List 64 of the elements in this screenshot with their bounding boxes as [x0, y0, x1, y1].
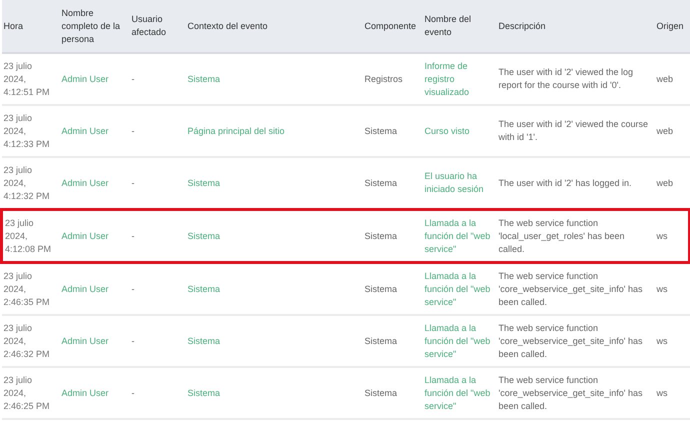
table-cell: Registros [362, 53, 422, 105]
event-link[interactable]: Informe de registro visualizado [424, 60, 494, 98]
column-header: Descripción [496, 0, 654, 53]
table-cell: 23 julio 2024, 4:12:32 PM [2, 157, 60, 210]
column-header: Nombre del evento [422, 0, 496, 53]
table-cell: - [130, 315, 186, 367]
table-cell: The web service function 'core_webservice_get_site_info' has been called. [496, 367, 654, 419]
table-cell: Sistema [362, 157, 422, 210]
user-link[interactable]: Admin User [62, 334, 126, 348]
table-cell: - [130, 53, 186, 105]
table-cell: The web service function 'core_webservice_get_site_info' has been called. [496, 315, 654, 367]
table-cell: 23 julio 2024, 2:46:32 PM [2, 315, 60, 367]
table-cell: The web service function 'local_user_get_roles' has been called. [496, 210, 654, 262]
column-header: Usuario afectado [130, 0, 186, 53]
table-cell: The web service function 'core_webservice_get_site_info' has been called. [496, 262, 654, 315]
column-header: Hora [2, 0, 60, 53]
context-link[interactable]: Página principal del sitio [188, 124, 360, 138]
column-header: Contexto del evento [186, 0, 362, 53]
table-cell: ws [654, 367, 690, 419]
table-cell: 23 julio 2024, 2:46:25 PM [2, 367, 60, 419]
table-cell: - [130, 262, 186, 315]
context-link[interactable]: Sistema [188, 334, 360, 348]
table-cell: - [130, 210, 186, 262]
column-header: Origen [654, 0, 690, 53]
table-cell: 23 julio 2024, 2:46:35 PM [2, 262, 60, 315]
event-link[interactable]: El usuario ha iniciado sesión [424, 170, 494, 196]
column-header: Componente [362, 0, 422, 53]
user-link[interactable]: Admin User [62, 176, 126, 190]
user-link[interactable]: Admin User [62, 386, 126, 400]
context-link[interactable]: Sistema [188, 176, 360, 190]
user-link[interactable]: Admin User [62, 282, 126, 296]
context-link[interactable]: Sistema [188, 282, 360, 296]
table-cell: web [654, 157, 690, 210]
table-cell: Sistema [362, 105, 422, 157]
user-link[interactable]: Admin User [62, 230, 126, 242]
table-cell: - [130, 367, 186, 419]
table-cell: 23 julio 2024, 4:12:08 PM [2, 210, 60, 262]
table-cell: ws [654, 262, 690, 315]
table-cell: 23 julio 2024, 4:12:33 PM [2, 105, 60, 157]
table-cell: The user with id '2' viewed the course with id '1'. [496, 105, 654, 157]
event-link[interactable]: Curso visto [424, 124, 494, 138]
event-link[interactable]: Llamada a la función del "web service" [424, 216, 494, 256]
table-cell: - [130, 157, 186, 210]
table-cell: Sistema [362, 367, 422, 419]
context-link[interactable]: Sistema [188, 72, 360, 86]
context-link[interactable]: Sistema [188, 230, 360, 242]
table-cell: - [130, 105, 186, 157]
context-link[interactable]: Sistema [188, 386, 360, 400]
event-link[interactable]: Llamada a la función del "web service" [424, 270, 494, 308]
table-cell: 23 julio 2024, 4:12:51 PM [2, 53, 60, 105]
table-cell: The user with id '2' viewed the log report for the course with id '0'. [496, 53, 654, 105]
column-header: Nombre completo de la persona [60, 0, 130, 53]
table-cell: Sistema [362, 262, 422, 315]
table-cell: Sistema [362, 210, 422, 262]
event-link[interactable]: Llamada a la función del "web service" [424, 322, 494, 360]
user-link[interactable]: Admin User [62, 124, 126, 138]
table-cell: The user with id '2' has logged in. [496, 157, 654, 210]
user-link[interactable]: Admin User [62, 72, 126, 86]
table-cell: ws [654, 315, 690, 367]
event-link[interactable]: Llamada a la función del "web service" [424, 374, 494, 412]
table-cell: web [654, 53, 690, 105]
table-cell: web [654, 105, 690, 157]
table-cell: ws [654, 210, 690, 262]
table-cell: Sistema [362, 315, 422, 367]
